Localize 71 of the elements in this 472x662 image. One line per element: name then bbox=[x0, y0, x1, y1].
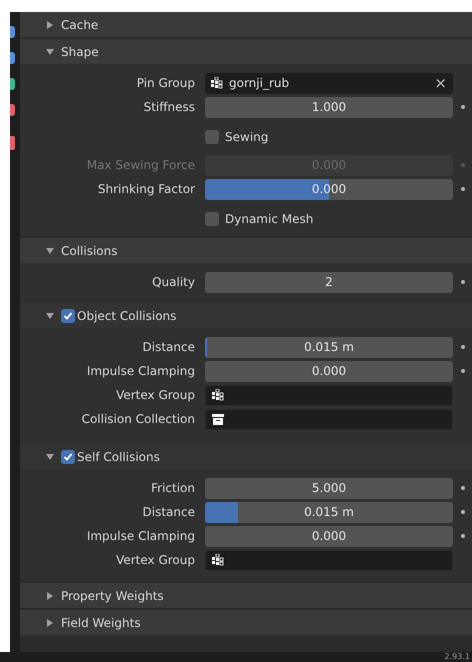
field-label: Friction bbox=[150, 480, 196, 497]
panel-header[interactable]: Shape bbox=[20, 39, 472, 64]
triangle-down-icon bbox=[46, 246, 54, 254]
vertex-group-icon bbox=[212, 554, 224, 566]
tab-icon[interactable] bbox=[10, 26, 15, 38]
field-label: Distance bbox=[142, 504, 196, 521]
checkbox-label: Dynamic Mesh bbox=[225, 211, 314, 228]
triangle-right-icon bbox=[46, 20, 54, 28]
field-value: gornji_rub bbox=[229, 75, 290, 92]
tab-icon[interactable] bbox=[10, 52, 15, 64]
vertex-group-field[interactable] bbox=[205, 384, 453, 406]
checkbox[interactable] bbox=[205, 130, 219, 144]
triangle-down-icon bbox=[46, 312, 54, 320]
number-field[interactable]: 0.000 bbox=[205, 526, 453, 546]
triangle-down-icon bbox=[46, 48, 54, 56]
field-value: 5.000 bbox=[312, 480, 346, 497]
field-label: Vertex Group bbox=[115, 552, 196, 569]
field-label: Pin Group bbox=[136, 75, 196, 92]
panel-title: Field Weights bbox=[61, 614, 141, 632]
field-value: 1.000 bbox=[312, 99, 346, 116]
vertex-group-field[interactable]: gornji_rub × bbox=[205, 72, 453, 94]
panel-title: Cache bbox=[61, 16, 98, 34]
triangle-right-icon bbox=[46, 618, 54, 626]
number-field[interactable]: 0.000 bbox=[205, 360, 453, 382]
number-field[interactable]: 1.000 bbox=[205, 96, 453, 118]
field-value: 0.000 bbox=[312, 181, 346, 198]
field-label: Distance bbox=[142, 339, 196, 356]
field-value: 0.015 m bbox=[304, 339, 354, 356]
triangle-down-icon bbox=[46, 452, 54, 460]
panel-header[interactable]: Field Weights bbox=[20, 610, 472, 635]
checkbox[interactable] bbox=[61, 308, 75, 322]
slider-field[interactable]: 0.015 m bbox=[205, 502, 453, 522]
vertex-group-icon bbox=[212, 389, 224, 401]
field-label: Impulse Clamping bbox=[86, 363, 196, 380]
panel-title: Self Collisions bbox=[77, 448, 160, 466]
slider-field[interactable]: 0.000 bbox=[205, 178, 453, 200]
check-icon bbox=[63, 452, 73, 462]
triangle-right-icon bbox=[46, 592, 54, 600]
panel-header[interactable]: Property Weights bbox=[20, 583, 472, 608]
field-label: Quality bbox=[151, 274, 196, 291]
panel-header[interactable]: Collisions bbox=[20, 238, 472, 263]
number-field[interactable]: 2 bbox=[205, 272, 453, 292]
field-label: Vertex Group bbox=[115, 387, 196, 404]
panel-title: Shape bbox=[61, 44, 99, 60]
field-label: Shrinking Factor bbox=[96, 181, 196, 198]
field-value: 0.000 bbox=[312, 528, 346, 545]
panel-title: Collisions bbox=[61, 242, 118, 260]
clear-button[interactable]: × bbox=[434, 72, 447, 94]
panel-title: Object Collisions bbox=[77, 308, 176, 324]
field-label: Collision Collection bbox=[80, 411, 196, 428]
collection-field[interactable] bbox=[205, 408, 453, 430]
vertex-group-icon bbox=[211, 77, 223, 89]
vertex-group-field[interactable] bbox=[205, 550, 453, 570]
field-value: 0.000 bbox=[312, 363, 346, 380]
box-icon bbox=[212, 414, 224, 424]
checkbox[interactable] bbox=[205, 212, 219, 226]
field-label: Impulse Clamping bbox=[86, 528, 196, 545]
check-icon bbox=[63, 310, 73, 320]
tab-icon[interactable] bbox=[10, 104, 15, 116]
slider-field[interactable]: 0.015 m bbox=[205, 336, 453, 358]
version-text: 2.93.1 bbox=[444, 652, 470, 662]
number-field[interactable]: 5.000 bbox=[205, 478, 453, 498]
field-value: 2 bbox=[325, 274, 333, 291]
checkbox-label: Sewing bbox=[225, 129, 268, 146]
panel-title: Property Weights bbox=[61, 588, 164, 604]
field-label: Max Sewing Force bbox=[86, 157, 196, 174]
panel-header[interactable]: Cache bbox=[20, 12, 472, 37]
checkbox[interactable] bbox=[61, 450, 75, 464]
field-label: Stiffness bbox=[142, 99, 196, 116]
tab-icon[interactable] bbox=[10, 78, 15, 90]
field-value: 0.015 m bbox=[304, 504, 354, 521]
